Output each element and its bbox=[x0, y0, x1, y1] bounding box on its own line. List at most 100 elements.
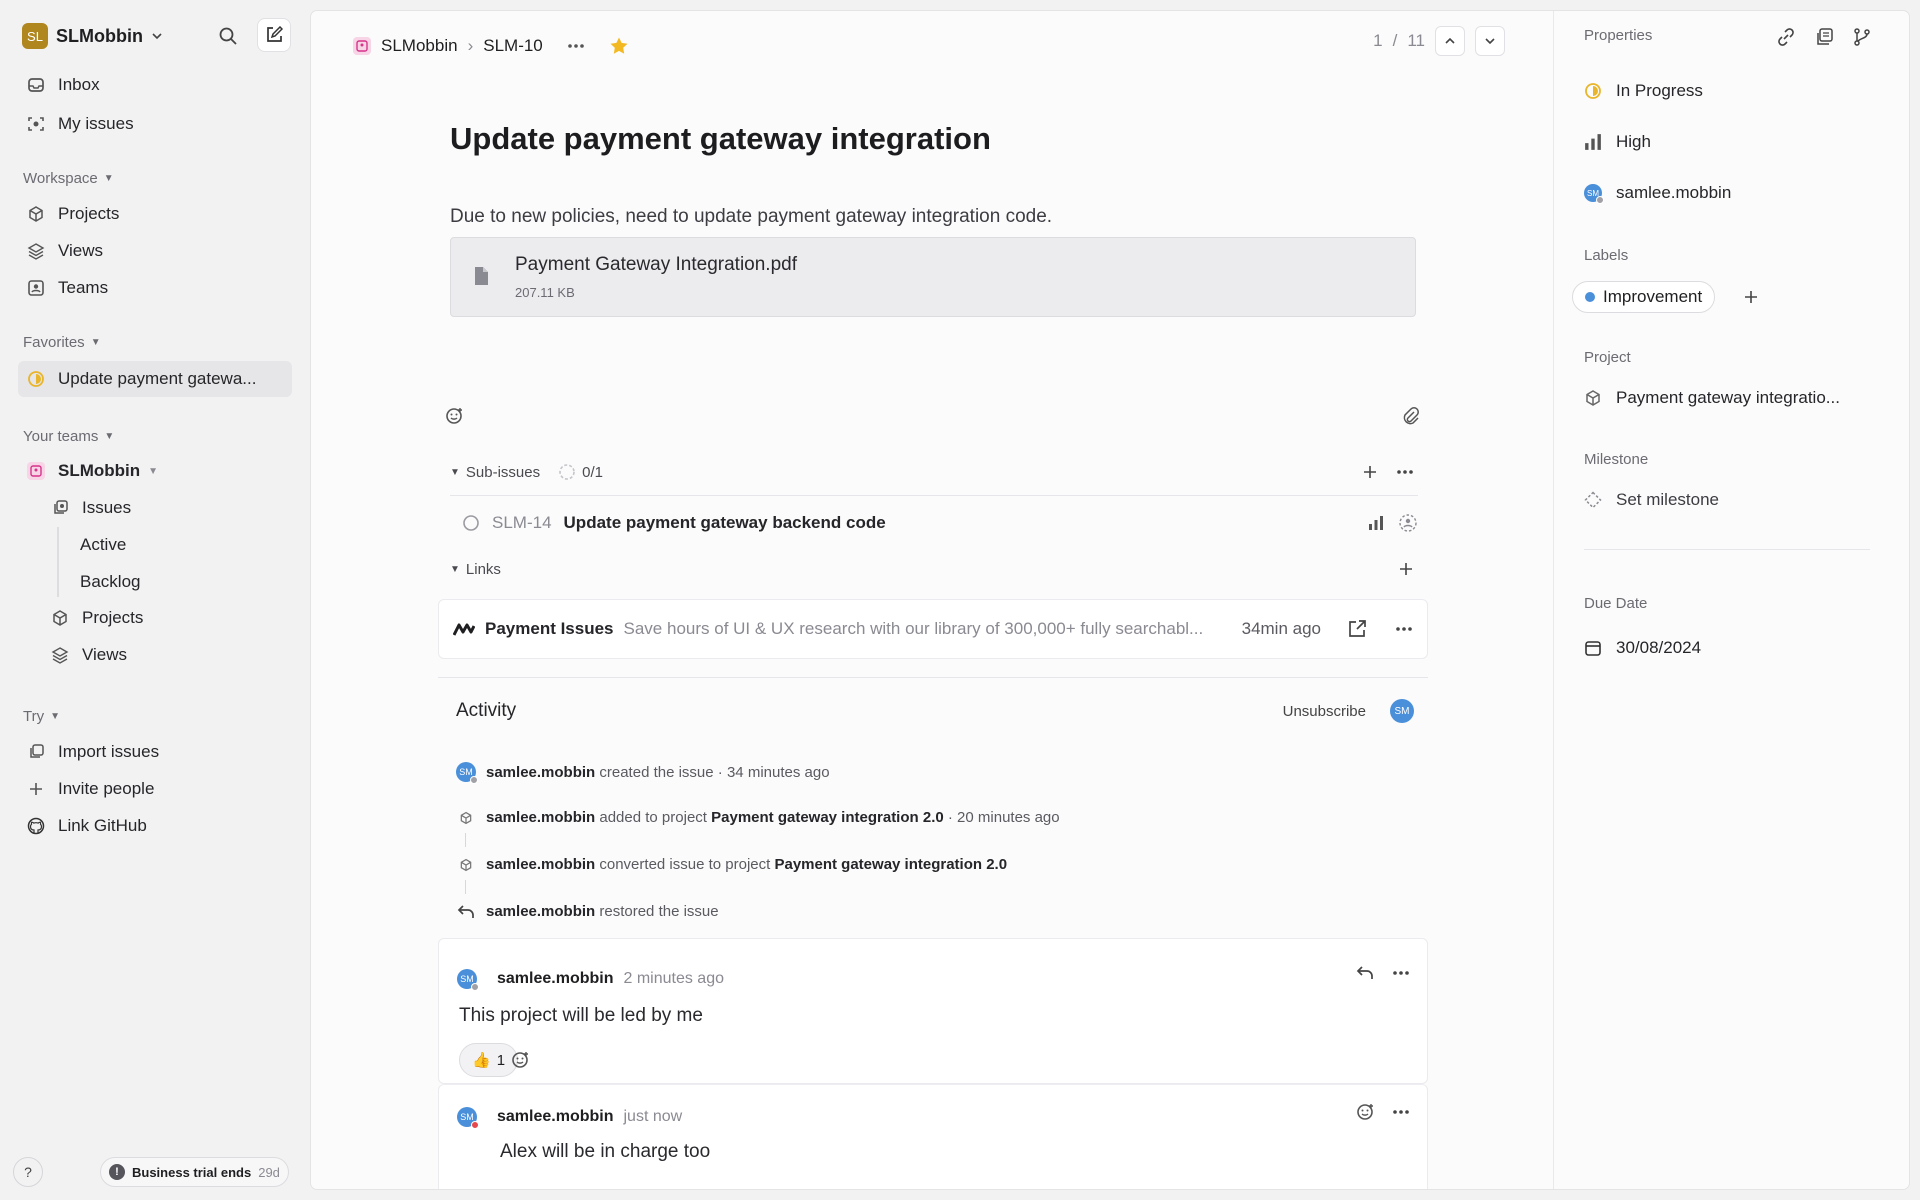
milestone-property[interactable]: Set milestone bbox=[1584, 490, 1719, 510]
breadcrumb-issue-id[interactable]: SLM-10 bbox=[483, 36, 543, 56]
activity-project[interactable]: Payment gateway integration 2.0 bbox=[711, 809, 944, 826]
sidebar-item-team-active[interactable]: Active bbox=[72, 527, 126, 563]
sidebar-item-team-views[interactable]: Views bbox=[42, 637, 127, 673]
attachment-card[interactable]: Payment Gateway Integration.pdf 207.11 K… bbox=[450, 237, 1416, 317]
subscriber-avatar[interactable]: SM bbox=[1390, 699, 1414, 723]
pager-total: 11 bbox=[1407, 31, 1425, 50]
subissue-row[interactable]: SLM-14 Update payment gateway backend co… bbox=[450, 499, 1418, 547]
trial-badge[interactable]: ! Business trial ends 29d bbox=[100, 1157, 289, 1187]
pager-separator: / bbox=[1392, 31, 1398, 50]
next-issue-button[interactable] bbox=[1475, 26, 1505, 56]
sidebar-item-invite[interactable]: Invite people bbox=[18, 771, 154, 807]
activity-event: samlee.mobbin added to project Payment g… bbox=[456, 809, 1060, 826]
divider bbox=[438, 677, 1428, 678]
previous-issue-button[interactable] bbox=[1435, 26, 1465, 56]
star-icon[interactable] bbox=[609, 36, 629, 56]
link-time: 34min ago bbox=[1241, 619, 1321, 638]
comment-body: This project will be led by me bbox=[459, 1005, 703, 1026]
comment-header: SM samlee.mobbin 2 minutes ago bbox=[457, 969, 724, 991]
copy-link-icon[interactable] bbox=[1776, 27, 1796, 47]
workspace-avatar: SL bbox=[22, 23, 48, 49]
trial-label: Business trial ends bbox=[132, 1164, 252, 1180]
section-label: Favorites bbox=[23, 334, 85, 351]
caret-down-icon: ▼ bbox=[148, 465, 159, 477]
breadcrumb-team[interactable]: SLMobbin bbox=[381, 36, 458, 56]
status-value: In Progress bbox=[1616, 81, 1703, 100]
issue-description[interactable]: Due to new policies, need to update paym… bbox=[450, 206, 1052, 228]
import-icon bbox=[26, 742, 46, 762]
comment-time: just now bbox=[623, 1108, 683, 1125]
new-issue-button[interactable] bbox=[257, 18, 291, 52]
alert-icon: ! bbox=[109, 1164, 125, 1180]
attach-file-icon[interactable] bbox=[1401, 406, 1419, 426]
activity-user[interactable]: samlee.mobbin bbox=[486, 764, 595, 781]
sidebar-item-inbox[interactable]: Inbox bbox=[18, 67, 100, 103]
cube-icon bbox=[26, 204, 46, 224]
sidebar-item-team-projects[interactable]: Projects bbox=[42, 600, 143, 636]
git-branch-icon[interactable] bbox=[1853, 27, 1871, 47]
subissues-more-button[interactable] bbox=[1396, 469, 1414, 475]
comment-author[interactable]: samlee.mobbin bbox=[497, 970, 613, 988]
project-property[interactable]: Payment gateway integratio... bbox=[1584, 388, 1840, 408]
due-date-property[interactable]: 30/08/2024 bbox=[1584, 638, 1701, 658]
help-button[interactable]: ? bbox=[13, 1157, 43, 1187]
unsubscribe-button[interactable]: Unsubscribe bbox=[1283, 703, 1366, 720]
assignee-property[interactable]: SM samlee.mobbin bbox=[1584, 183, 1731, 204]
your-teams-section-toggle[interactable]: Your teams ▼ bbox=[23, 428, 114, 445]
section-label: Workspace bbox=[23, 170, 98, 187]
activity-user[interactable]: samlee.mobbin bbox=[486, 809, 595, 826]
workspace-section-toggle[interactable]: Workspace ▼ bbox=[23, 170, 114, 187]
add-reaction-icon[interactable] bbox=[445, 406, 465, 426]
sidebar-item-team-issues[interactable]: Issues bbox=[42, 490, 131, 526]
more-options-button[interactable] bbox=[567, 43, 585, 49]
workspace-switcher[interactable]: SL SLMobbin bbox=[22, 22, 163, 50]
sidebar-item-import[interactable]: Import issues bbox=[18, 734, 159, 770]
sidebar-item-team-backlog[interactable]: Backlog bbox=[72, 564, 140, 600]
add-reaction-icon[interactable] bbox=[511, 1050, 531, 1070]
unassigned-icon[interactable] bbox=[1398, 513, 1418, 533]
subissues-header[interactable]: ▼ Sub-issues 0/1 bbox=[450, 454, 1418, 490]
status-property[interactable]: In Progress bbox=[1584, 81, 1703, 101]
activity-project[interactable]: Payment gateway integration 2.0 bbox=[774, 856, 1007, 873]
try-section-toggle[interactable]: Try ▼ bbox=[23, 708, 60, 725]
favorites-section-toggle[interactable]: Favorites ▼ bbox=[23, 334, 101, 351]
reply-icon[interactable] bbox=[1356, 965, 1374, 981]
add-reaction-icon[interactable] bbox=[1356, 1102, 1376, 1122]
link-row[interactable]: Payment Issues Save hours of UI & UX res… bbox=[438, 599, 1428, 659]
copy-id-icon[interactable] bbox=[1814, 27, 1834, 47]
add-label-button[interactable] bbox=[1743, 289, 1759, 305]
progress-ring-icon bbox=[558, 463, 576, 481]
reaction-chip[interactable]: 👍 1 bbox=[459, 1043, 519, 1077]
link-more-button[interactable] bbox=[1395, 626, 1413, 632]
links-header[interactable]: ▼ Links bbox=[450, 551, 1418, 587]
attachment-name: Payment Gateway Integration.pdf bbox=[515, 254, 797, 275]
comment-more-button[interactable] bbox=[1392, 1109, 1410, 1115]
label-chip[interactable]: Improvement bbox=[1572, 281, 1716, 313]
sidebar-item-views[interactable]: Views bbox=[18, 233, 103, 269]
add-subissue-button[interactable] bbox=[1362, 464, 1378, 480]
activity-user[interactable]: samlee.mobbin bbox=[486, 903, 595, 920]
properties-heading: Properties bbox=[1584, 27, 1653, 44]
project-heading: Project bbox=[1584, 349, 1631, 366]
sidebar-item-team[interactable]: SLMobbin ▼ bbox=[18, 453, 158, 489]
avatar-initials: SM bbox=[459, 767, 473, 777]
priority-high-icon[interactable] bbox=[1368, 515, 1384, 531]
due-date-heading: Due Date bbox=[1584, 595, 1648, 612]
search-button[interactable] bbox=[214, 22, 242, 50]
todo-status-icon[interactable] bbox=[462, 514, 480, 532]
add-link-button[interactable] bbox=[1398, 561, 1414, 577]
pager-current: 1 bbox=[1373, 31, 1383, 50]
sidebar-item-teams[interactable]: Teams bbox=[18, 270, 108, 306]
comment-more-button[interactable] bbox=[1392, 970, 1410, 976]
activity-user[interactable]: samlee.mobbin bbox=[486, 856, 595, 873]
priority-property[interactable]: High bbox=[1584, 132, 1651, 152]
file-icon bbox=[473, 266, 489, 286]
sidebar-item-my-issues[interactable]: My issues bbox=[18, 106, 134, 142]
issue-title[interactable]: Update payment gateway integration bbox=[450, 121, 991, 157]
sidebar-item-favorite[interactable]: Update payment gatewa... bbox=[18, 361, 292, 397]
breadcrumb: SLMobbin › SLM-10 bbox=[353, 25, 629, 67]
sidebar-item-projects[interactable]: Projects bbox=[18, 196, 119, 232]
external-link-icon[interactable] bbox=[1347, 619, 1367, 639]
sidebar-item-github[interactable]: Link GitHub bbox=[18, 808, 147, 844]
comment-author[interactable]: samlee.mobbin bbox=[497, 1108, 613, 1126]
